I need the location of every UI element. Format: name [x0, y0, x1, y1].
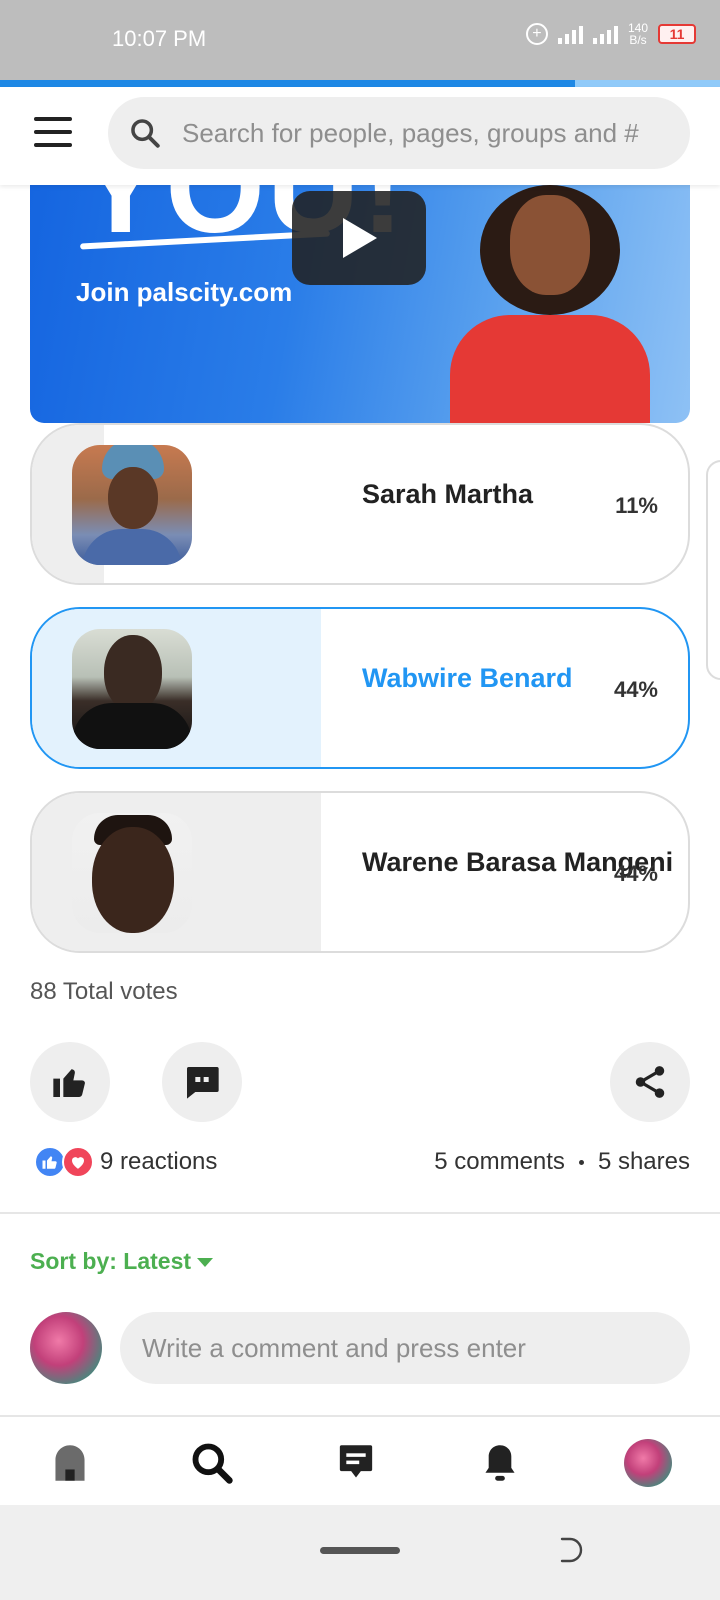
thumbs-up-icon	[53, 1069, 85, 1097]
poll-option-avatar	[72, 813, 192, 933]
section-divider	[0, 1212, 720, 1214]
poll-option-avatar	[72, 629, 192, 749]
banner-cta-text: Join palscity.com	[76, 277, 293, 307]
menu-icon-line	[34, 117, 72, 121]
network-speed: 140 B/s	[628, 22, 648, 46]
poll-option-name: Wabwire Benard	[362, 663, 573, 693]
poll-option-selected[interactable]: Wabwire Benard 44%	[30, 607, 690, 769]
play-icon	[343, 218, 377, 258]
poll-option-percent: 11%	[615, 493, 658, 518]
comment-input[interactable]	[120, 1312, 690, 1384]
menu-button[interactable]	[34, 117, 72, 147]
messages-icon	[339, 1445, 373, 1478]
nav-profile[interactable]	[624, 1439, 672, 1487]
like-button[interactable]	[30, 1042, 110, 1122]
data-saver-icon: +	[525, 23, 548, 45]
engagement-counts: 5 comments 5 shares	[434, 1148, 690, 1176]
status-bar: 10:07 PM + 140 B/s 11	[0, 0, 720, 80]
nav-home[interactable]	[46, 1439, 94, 1487]
comment-icon	[187, 1067, 219, 1099]
menu-icon-line	[34, 143, 72, 147]
loading-progress-bar	[0, 80, 720, 87]
profile-avatar	[624, 1439, 672, 1487]
nav-search[interactable]	[188, 1439, 236, 1487]
banner-person-image	[450, 185, 650, 423]
signal-4g-icon	[592, 24, 618, 44]
sort-dropdown[interactable]: Sort by: Latest	[30, 1248, 214, 1275]
home-icon	[55, 1445, 85, 1481]
menu-icon-line	[34, 130, 72, 134]
play-button[interactable]	[292, 191, 426, 285]
status-icons: + 140 B/s 11	[525, 22, 696, 46]
poll-option-avatar	[72, 445, 192, 565]
system-back-icon[interactable]	[556, 1535, 586, 1565]
nav-notifications[interactable]	[476, 1439, 524, 1487]
loading-progress-fill	[0, 80, 575, 87]
shares-count[interactable]: 5 shares	[598, 1148, 690, 1176]
side-card-edge	[706, 460, 720, 680]
separator-dot	[578, 1159, 584, 1165]
poll-total-votes: 88 Total votes	[30, 978, 178, 1005]
status-time: 10:07 PM	[112, 26, 207, 51]
search-input[interactable]	[182, 117, 662, 149]
poll-option-percent: 44%	[613, 677, 658, 702]
poll-option[interactable]: Sarah Martha 11%	[30, 423, 690, 585]
signal-icon	[557, 24, 583, 44]
comments-count[interactable]: 5 comments	[434, 1148, 565, 1176]
network-speed-unit: B/s	[629, 33, 647, 47]
love-reaction-icon	[62, 1146, 94, 1178]
bottom-navigation	[0, 1417, 720, 1505]
system-navigation-bar	[0, 1505, 720, 1600]
sort-label: Sort by:	[30, 1248, 117, 1274]
search-icon	[131, 119, 160, 148]
battery-icon: 11	[658, 24, 696, 44]
search-bar[interactable]	[108, 97, 690, 169]
top-app-bar	[0, 87, 720, 185]
share-icon	[635, 1066, 665, 1098]
reactions-count: 9 reactions	[100, 1148, 218, 1175]
sort-value: Latest	[123, 1248, 192, 1274]
caret-down-icon	[197, 1258, 214, 1267]
system-home-pill[interactable]	[320, 1547, 400, 1554]
reactions-summary[interactable]: 9 reactions	[34, 1146, 217, 1178]
comment-button[interactable]	[162, 1042, 242, 1122]
poll-option-name: Sarah Martha	[362, 479, 534, 509]
nav-messages[interactable]	[332, 1439, 380, 1487]
search-icon	[192, 1443, 233, 1484]
banner-person-shirt	[450, 315, 650, 423]
poll-option-percent: 44%	[613, 861, 658, 886]
poll-option[interactable]: Warene Barasa Mangeni 44%	[30, 791, 690, 953]
share-button[interactable]	[610, 1042, 690, 1122]
banner-person-face	[510, 195, 590, 295]
video-thumbnail[interactable]: YOU! Join palscity.com	[30, 185, 690, 423]
notifications-icon	[485, 1445, 515, 1481]
user-avatar	[30, 1312, 102, 1384]
